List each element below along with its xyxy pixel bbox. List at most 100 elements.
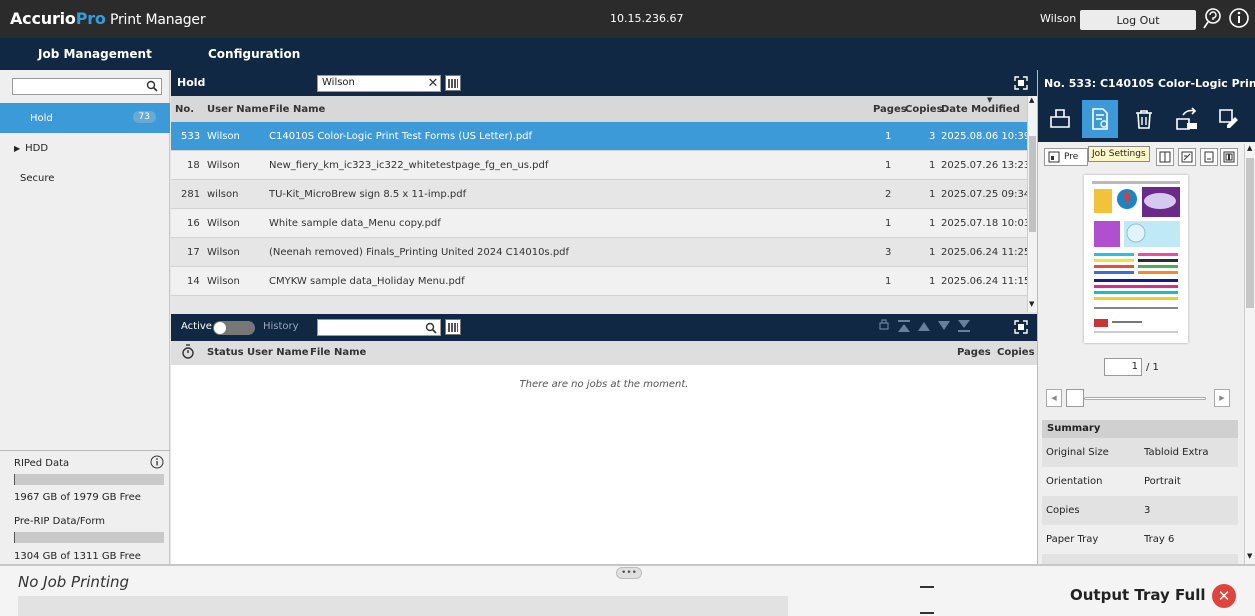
resize-handle[interactable]: •••	[616, 567, 642, 579]
minimize-icon[interactable]	[920, 586, 934, 588]
slider-next-icon[interactable]: ▶	[1214, 389, 1230, 407]
sidebar-item-hdd[interactable]: ▶ HDD	[0, 133, 170, 163]
job-settings-button[interactable]	[1082, 100, 1118, 138]
calendar-icon[interactable]	[445, 75, 461, 91]
spread-view-icon[interactable]	[1220, 148, 1238, 166]
summary-title: Summary	[1042, 420, 1238, 438]
logo-text-print-manager: Print Manager	[105, 12, 206, 28]
summary-key: Orientation	[1046, 476, 1103, 487]
move-down-icon[interactable]	[937, 319, 951, 337]
search-icon[interactable]	[146, 80, 158, 95]
tab-configuration[interactable]: Configuration	[208, 38, 300, 70]
calendar-icon[interactable]	[445, 319, 461, 335]
split-view-icon[interactable]	[1156, 148, 1174, 166]
cell-copies: 1	[929, 189, 936, 200]
col-user-name[interactable]: User Name	[207, 104, 269, 115]
riped-data-bar	[14, 474, 164, 485]
active-search-input[interactable]	[317, 319, 441, 336]
timer-icon[interactable]	[181, 344, 195, 363]
printing-progress-bar	[18, 596, 788, 616]
summary-value: 3	[1144, 505, 1151, 516]
print-icon[interactable]	[877, 319, 891, 337]
page-preview[interactable]	[1084, 175, 1188, 343]
current-user: Wilson	[1040, 12, 1077, 25]
preview-tab[interactable]: Pre	[1044, 148, 1088, 166]
page-number-input[interactable]: 1	[1104, 358, 1142, 376]
app-logo: AccurioPro Print Manager	[10, 9, 206, 28]
cell-file: (Neenah removed) Finals_Printing United …	[269, 247, 570, 258]
info-icon[interactable]	[1226, 5, 1252, 31]
detail-scrollbar-thumb[interactable]	[1246, 158, 1254, 308]
scroll-up-icon[interactable]: ▲	[1029, 96, 1034, 104]
left-panel: Hold 73 ▶ HDD Secure RIPed Data 1967 GB …	[0, 70, 170, 564]
col-status[interactable]: Status	[207, 347, 244, 358]
table-row-partial[interactable]	[171, 296, 1027, 314]
col-file-name[interactable]: File Name	[310, 347, 366, 358]
hold-filter-input[interactable]: Wilson	[317, 75, 441, 92]
cell-user: Wilson	[207, 247, 240, 258]
folder-search-input[interactable]	[12, 78, 162, 95]
col-date-modified[interactable]: Date Modified	[941, 104, 1020, 115]
expand-icon[interactable]	[1013, 319, 1029, 338]
active-history-toggle[interactable]	[213, 321, 255, 335]
scroll-down-icon[interactable]: ▼	[1029, 300, 1034, 308]
edit-page-icon[interactable]	[1178, 148, 1196, 166]
cell-file: C14010S Color-Logic Print Test Forms (US…	[269, 131, 533, 142]
cell-no: 533	[181, 131, 201, 142]
table-row[interactable]: 533 Wilson C14010S Color-Logic Print Tes…	[171, 122, 1030, 151]
move-up-icon[interactable]	[917, 319, 931, 337]
table-row[interactable]: 16 Wilson White sample data_Menu copy.pd…	[171, 209, 1030, 238]
prerip-data-bar-fill	[14, 532, 15, 543]
page-slider[interactable]: ◀ ▶	[1046, 388, 1232, 408]
clear-filter-icon[interactable]: ✕	[425, 75, 441, 92]
storage-info-icon[interactable]	[150, 455, 164, 472]
cell-no: 16	[187, 218, 200, 229]
col-copies[interactable]: Copies	[905, 104, 943, 115]
move-job-button[interactable]	[1168, 100, 1204, 138]
print-job-button[interactable]	[1042, 100, 1078, 138]
minimize-icon[interactable]	[920, 612, 934, 614]
slider-prev-icon[interactable]: ◀	[1046, 389, 1062, 407]
detail-scrollbar[interactable]: ▲ ▼	[1244, 144, 1255, 564]
slider-thumb[interactable]	[1066, 389, 1084, 407]
sidebar-item-hold[interactable]: Hold 73	[0, 103, 170, 133]
support-chat-icon[interactable]	[1199, 5, 1225, 31]
scroll-up-icon[interactable]: ▲	[1247, 144, 1252, 152]
search-icon[interactable]	[425, 322, 437, 337]
col-pages[interactable]: Pages	[873, 104, 907, 115]
col-pages[interactable]: Pages	[957, 347, 991, 358]
logout-button[interactable]: Log Out	[1080, 10, 1196, 30]
move-top-icon[interactable]	[897, 319, 911, 337]
expand-icon[interactable]	[1013, 75, 1029, 94]
cell-user: Wilson	[207, 218, 240, 229]
table-row[interactable]: 14 Wilson CMYKW sample data_Holiday Menu…	[171, 267, 1030, 296]
logo-text-pro: Pro	[75, 9, 106, 28]
col-user-name[interactable]: User Name	[247, 347, 309, 358]
cell-copies: 3	[929, 131, 936, 142]
divider	[0, 450, 170, 451]
cell-user: wilson	[207, 189, 239, 200]
summary-row: Orientation Portrait	[1042, 467, 1238, 496]
hold-scrollbar-thumb[interactable]	[1029, 136, 1036, 232]
tab-job-management[interactable]: Job Management	[38, 38, 152, 70]
table-row[interactable]: 18 Wilson New_fiery_km_ic323_ic322_white…	[171, 151, 1030, 180]
edit-job-button[interactable]	[1210, 100, 1246, 138]
col-file-name[interactable]: File Name	[269, 104, 325, 115]
move-bottom-icon[interactable]	[957, 319, 971, 337]
table-row[interactable]: 17 Wilson (Neenah removed) Finals_Printi…	[171, 238, 1030, 267]
col-copies[interactable]: Copies	[997, 347, 1035, 358]
sidebar-item-secure[interactable]: Secure	[0, 163, 170, 193]
active-header: Active History	[171, 314, 1037, 341]
hold-scrollbar[interactable]: ▲ ▼	[1027, 96, 1037, 312]
page-view-icon[interactable]	[1200, 148, 1218, 166]
error-icon[interactable]: ✕	[1212, 584, 1236, 608]
delete-job-button[interactable]	[1126, 100, 1162, 138]
expand-arrow-icon[interactable]: ▶	[14, 144, 20, 153]
cell-user: Wilson	[207, 160, 240, 171]
cell-pages: 1	[885, 218, 892, 229]
scroll-down-icon[interactable]: ▼	[1247, 552, 1252, 560]
table-row[interactable]: 281 wilson TU-Kit_MicroBrew sign 8.5 x 1…	[171, 180, 1030, 209]
cell-no: 14	[187, 276, 200, 287]
slider-track[interactable]	[1084, 397, 1206, 400]
col-no[interactable]: No.	[175, 104, 194, 115]
